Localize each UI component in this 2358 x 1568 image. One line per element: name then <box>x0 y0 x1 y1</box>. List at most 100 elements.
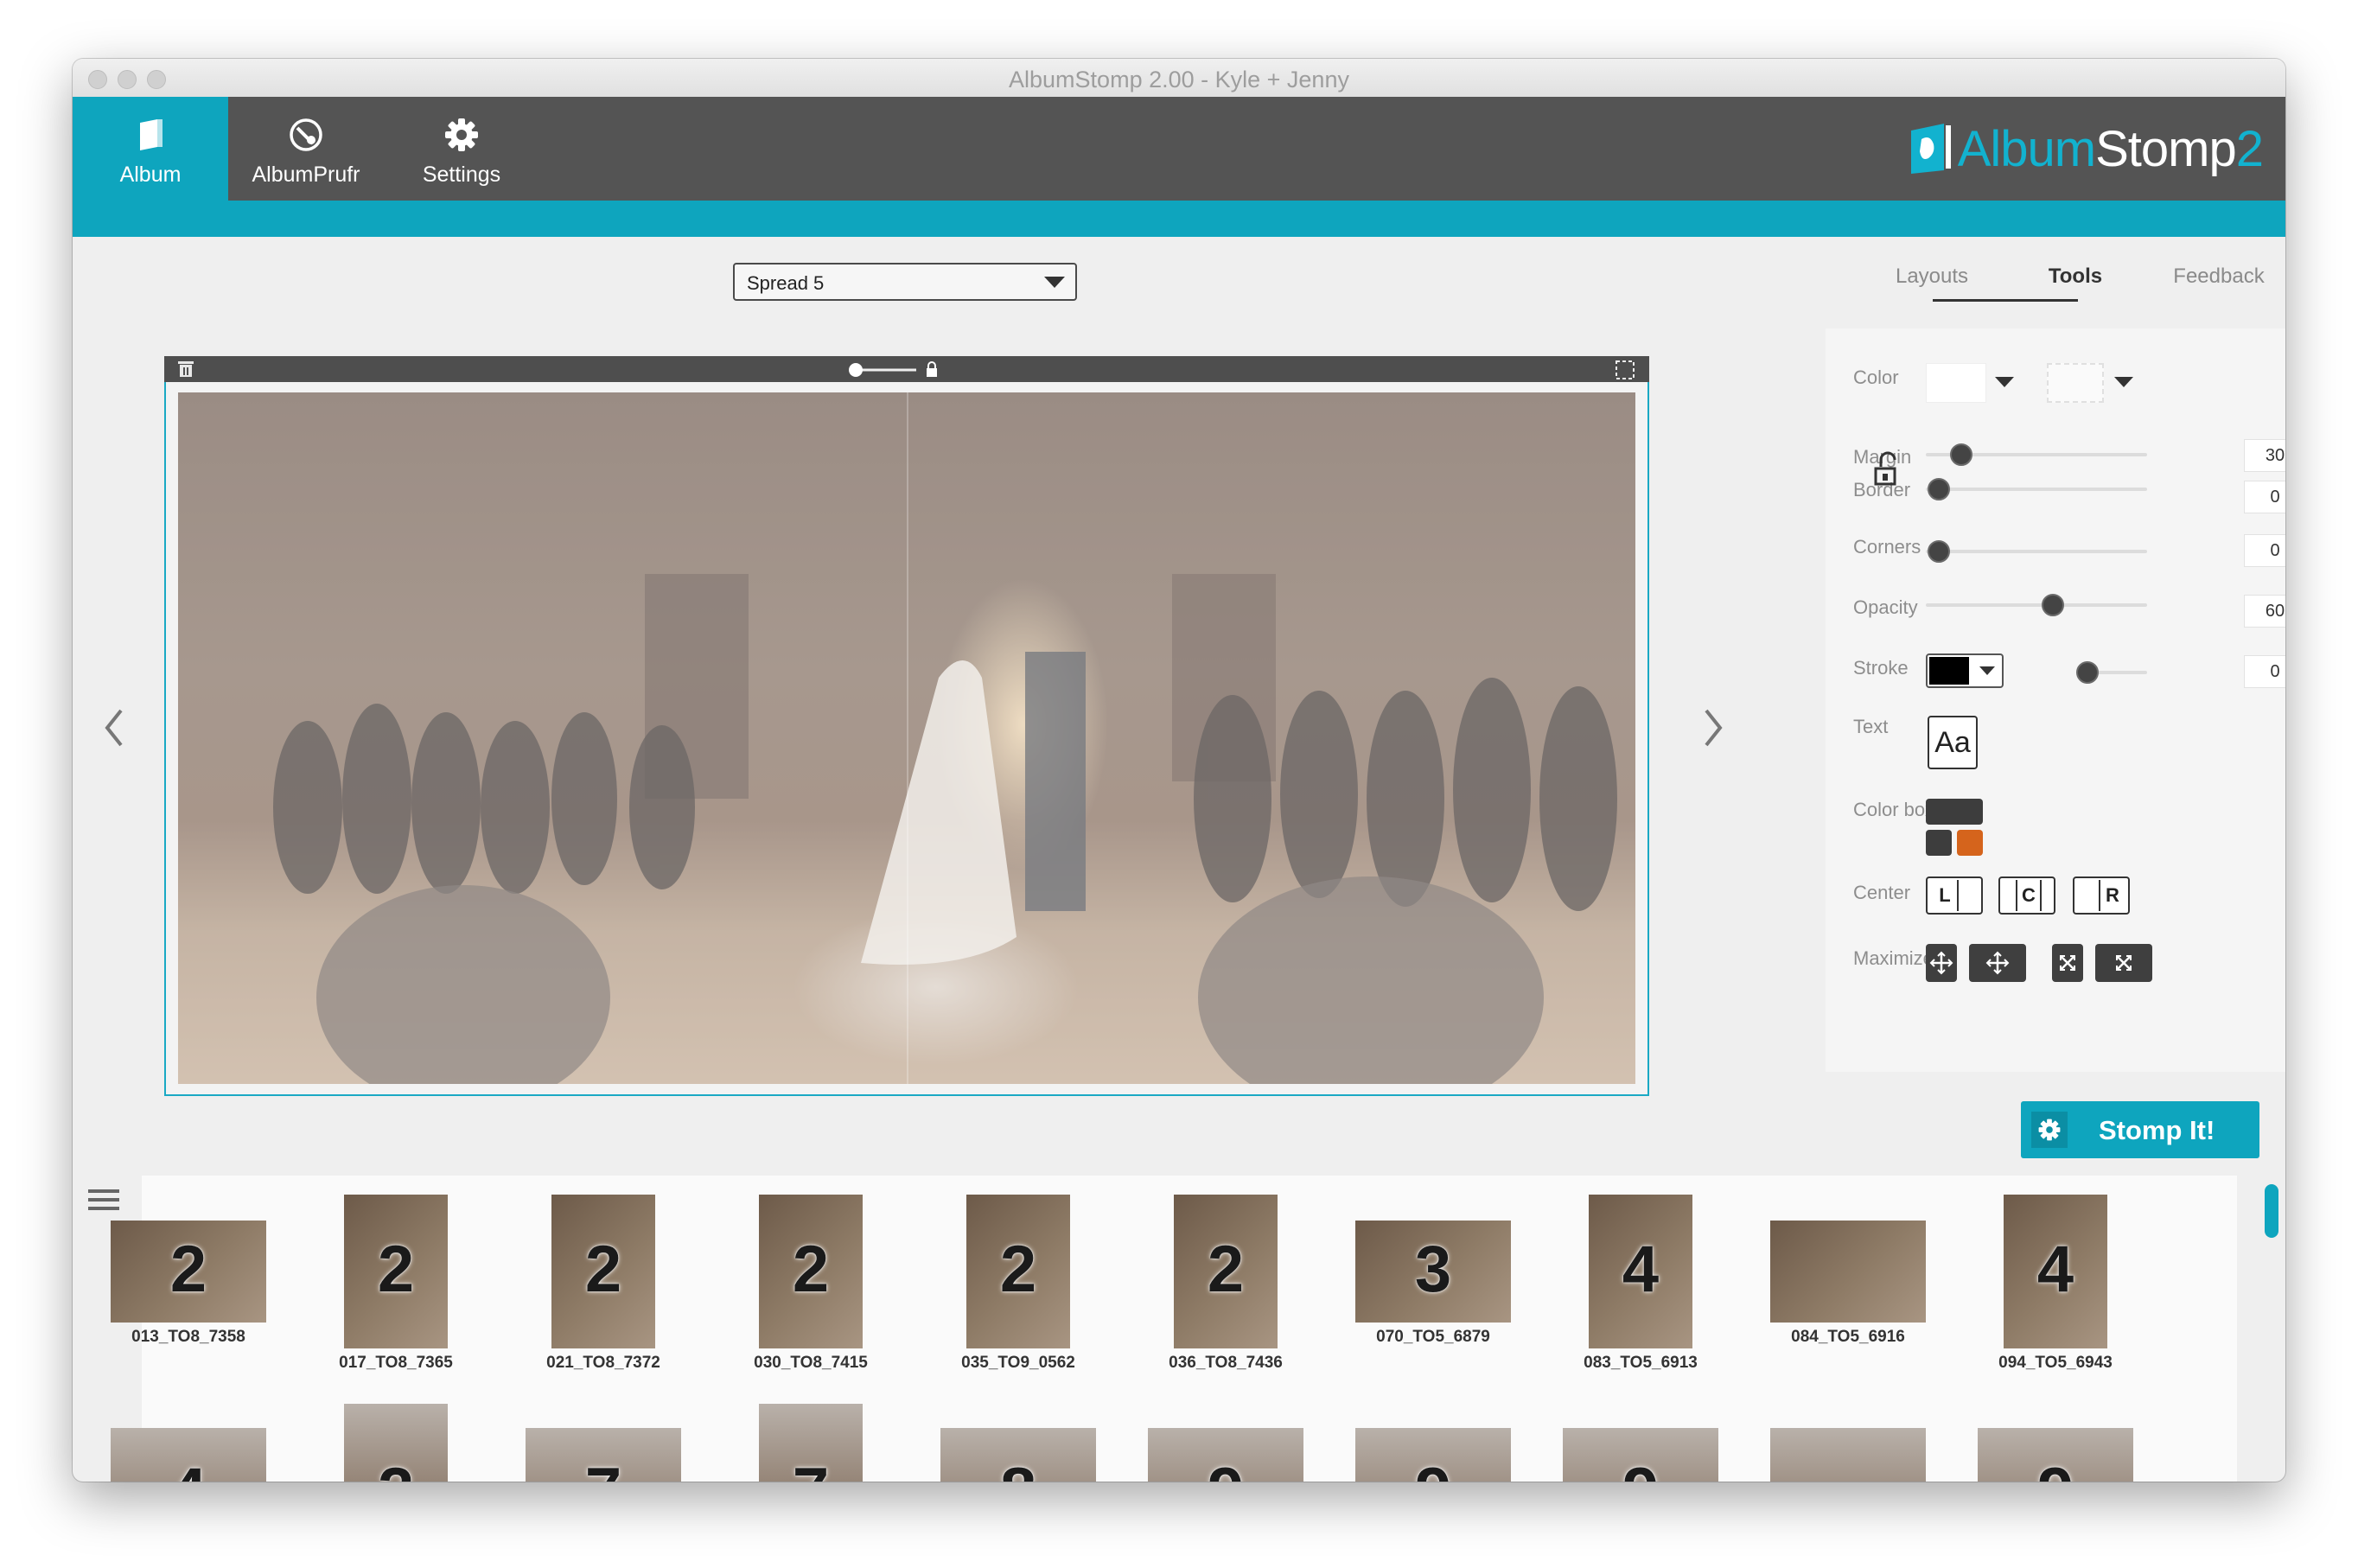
text-label: Text <box>1853 716 1889 737</box>
colorbox-orange-button[interactable] <box>1957 830 1983 856</box>
tray-thumbnail[interactable]: 2 035_TO9_0562 <box>961 1195 1075 1383</box>
tab-tools[interactable]: Tools <box>2004 265 2147 289</box>
tab-albumprufr-label: AlbumPrufr <box>252 163 360 187</box>
usage-count: 2 <box>377 1233 415 1306</box>
maximize-spread-icon[interactable] <box>1969 944 2026 982</box>
stroke-slider-knob[interactable] <box>2076 661 2099 684</box>
border-value[interactable]: 0 <box>2244 481 2285 513</box>
stroke-color-select[interactable] <box>1926 653 2004 688</box>
tab-albumprufr[interactable]: AlbumPrufr <box>228 97 384 201</box>
spread-photo[interactable] <box>178 392 1635 1084</box>
tray-thumbnail[interactable]: 2 036_TO8_7436 <box>1169 1195 1283 1383</box>
tray-thumbnail[interactable]: 4 094_TO5_6943 <box>1998 1195 2113 1383</box>
color-dropdown-icon[interactable] <box>1995 377 2014 387</box>
usage-count: 7 <box>759 1454 863 1482</box>
chevron-right-icon[interactable] <box>1696 702 1730 754</box>
usage-count: 9 <box>1563 1454 1718 1482</box>
stroke-value[interactable]: 0 <box>2244 655 2285 688</box>
center-center-button[interactable]: C <box>1998 876 2055 915</box>
hamburger-menu-icon[interactable] <box>88 1188 123 1215</box>
chevron-left-icon[interactable] <box>97 702 131 754</box>
tray-thumbnail[interactable]: 2 017_TO8_7365 <box>339 1195 453 1383</box>
tray-thumbnail[interactable] <box>1770 1428 1926 1482</box>
colorbox-dark-button[interactable] <box>1926 830 1952 856</box>
fit-frame-icon[interactable] <box>1615 360 1635 380</box>
tray-thumbnail[interactable]: 3 070_TO5_6879 <box>1355 1221 1511 1357</box>
tray-thumbnail[interactable]: 2 013_TO8_7358 <box>111 1221 266 1357</box>
tab-settings[interactable]: Settings <box>384 97 539 201</box>
fill-page-icon[interactable] <box>2052 944 2083 982</box>
logo-word-stomp: Stomp <box>2095 120 2237 177</box>
add-text-button[interactable]: Aa <box>1928 716 1978 769</box>
usage-count: 8 <box>940 1454 1096 1482</box>
pattern-dropdown-icon[interactable] <box>2114 377 2133 387</box>
color-swatch-button[interactable] <box>1926 363 1986 403</box>
tray-scrollbar[interactable] <box>2265 1184 2278 1238</box>
thumbnail-filename: 013_TO8_7358 <box>131 1328 245 1346</box>
center-right-button[interactable]: R <box>2073 876 2130 915</box>
colorbox-wide-button[interactable] <box>1926 799 1983 825</box>
corners-slider[interactable] <box>1926 550 2147 553</box>
zoom-slider[interactable] <box>847 360 942 379</box>
tray-thumbnail[interactable]: 9 <box>1355 1428 1511 1482</box>
usage-count: 2 <box>169 1233 207 1306</box>
tray-thumbnail[interactable]: 7 <box>759 1404 863 1482</box>
opacity-label: Opacity <box>1853 596 1918 618</box>
tray-thumbnail[interactable]: 4 <box>111 1428 266 1482</box>
thumbnail-image <box>1770 1221 1926 1323</box>
tray-thumbnail[interactable]: 2 021_TO8_7372 <box>546 1195 660 1383</box>
tab-album[interactable]: Album <box>73 97 228 201</box>
center-left-button[interactable]: L <box>1926 876 1983 915</box>
corners-slider-knob[interactable] <box>1928 540 1950 563</box>
tray-thumbnail[interactable]: 8 <box>940 1428 1096 1482</box>
stomp-it-button[interactable]: Stomp It! <box>2021 1101 2259 1158</box>
fill-spread-icon[interactable] <box>2095 944 2152 982</box>
gear-icon <box>445 118 478 151</box>
border-slider[interactable] <box>1926 488 2147 491</box>
corners-value[interactable]: 0 <box>2244 534 2285 567</box>
center-left-label: L <box>1933 880 1959 911</box>
tray-thumbnail[interactable]: 9 <box>1978 1428 2133 1482</box>
margin-value[interactable]: 30 <box>2244 439 2285 472</box>
lock-link-icon[interactable] <box>1870 448 1905 496</box>
center-label: Center <box>1853 882 1911 903</box>
maximize-left-icon[interactable] <box>1926 944 1957 982</box>
border-slider-knob[interactable] <box>1928 478 1950 500</box>
usage-count: 2 <box>1207 1233 1245 1306</box>
usage-count: 7 <box>526 1454 681 1482</box>
active-tab-underline <box>1933 299 2078 302</box>
tab-settings-label: Settings <box>422 163 501 187</box>
thumbnail-filename: 094_TO5_6943 <box>1998 1354 2113 1372</box>
tab-layouts[interactable]: Layouts <box>1860 265 2004 289</box>
spread-select[interactable]: Spread 5 <box>733 263 1077 301</box>
thumbnail-image <box>1770 1428 1926 1482</box>
album-icon <box>140 119 163 150</box>
tray-thumbnail[interactable]: 9 <box>1563 1428 1718 1482</box>
logo-version: 2 <box>2235 120 2264 177</box>
thumbnail-filename: 030_TO8_7415 <box>754 1354 868 1372</box>
header-accent-bar <box>73 201 2285 237</box>
color-pattern-button[interactable] <box>2047 363 2104 403</box>
trash-icon[interactable] <box>176 360 195 379</box>
tray-thumbnail[interactable]: 7 <box>526 1428 681 1482</box>
thumbnail-filename: 021_TO8_7372 <box>546 1354 660 1372</box>
tray-thumbnail[interactable]: 9 <box>1148 1428 1303 1482</box>
chevron-down-icon <box>1979 666 1995 675</box>
maximize-label: Maximize <box>1853 947 1934 969</box>
tray-thumbnail[interactable]: 2 <box>344 1404 448 1482</box>
tray-thumbnail[interactable]: 084_TO5_6916 <box>1770 1221 1926 1357</box>
tray-thumbnail[interactable]: 2 030_TO8_7415 <box>754 1195 868 1383</box>
tab-feedback[interactable]: Feedback <box>2147 265 2285 289</box>
center-center-label: C <box>2016 880 2042 911</box>
opacity-slider-knob[interactable] <box>2042 594 2064 616</box>
usage-count: 9 <box>1355 1454 1511 1482</box>
opacity-value[interactable]: 60 <box>2244 595 2285 628</box>
spread-select-value: Spread 5 <box>747 272 825 294</box>
spread-center-line <box>907 392 908 1084</box>
usage-count: 2 <box>584 1233 622 1306</box>
margin-slider-knob[interactable] <box>1950 443 1972 466</box>
tray-thumbnail[interactable]: 4 083_TO5_6913 <box>1584 1195 1698 1383</box>
corners-label: Corners <box>1853 536 1921 558</box>
logo-mark-icon <box>1910 124 1951 174</box>
opacity-slider[interactable] <box>1926 603 2147 607</box>
